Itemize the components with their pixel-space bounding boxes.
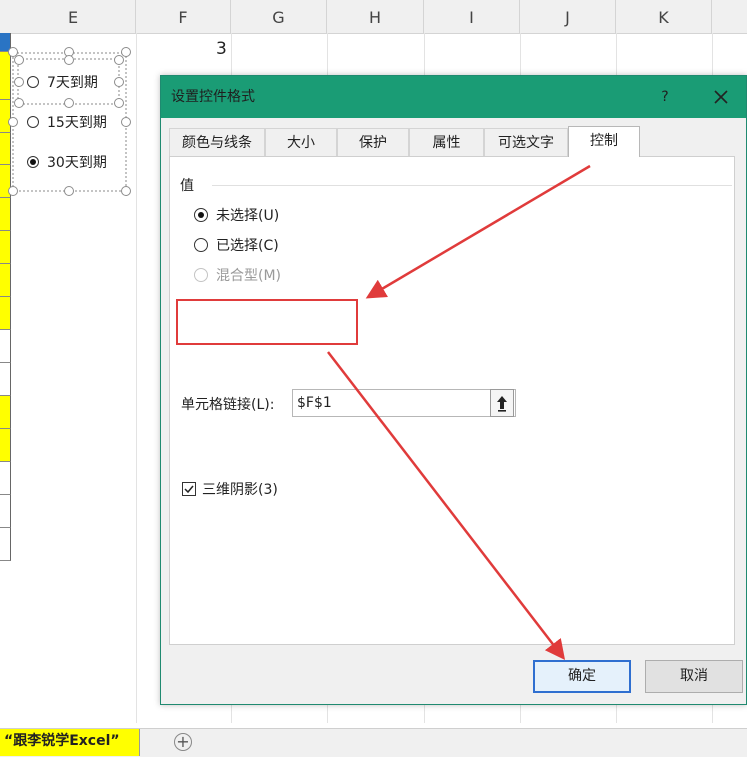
- close-icon[interactable]: [709, 85, 733, 109]
- column-header-f[interactable]: F: [136, 0, 231, 33]
- resize-handle[interactable]: [64, 55, 74, 65]
- column-header-e[interactable]: E: [11, 0, 136, 33]
- cell-f1-value[interactable]: 3: [216, 39, 227, 59]
- radio-selected-icon: [27, 156, 39, 168]
- tab-colors-and-lines[interactable]: 颜色与线条: [169, 128, 265, 156]
- strip-cell[interactable]: [0, 495, 11, 528]
- resize-handle[interactable]: [121, 186, 131, 196]
- radio-icon: [27, 116, 39, 128]
- strip-cell[interactable]: [0, 528, 11, 561]
- column-header-row: E F G H I J K: [0, 0, 747, 34]
- option-label: 15天到期: [47, 115, 107, 131]
- resize-handle[interactable]: [14, 77, 24, 87]
- radio-label: 混合型(M): [216, 268, 282, 284]
- radio-label: 已选择(C): [216, 238, 279, 254]
- plus-circle-icon[interactable]: +: [174, 733, 192, 751]
- strip-cell[interactable]: [0, 52, 11, 100]
- cell-link-input[interactable]: $F$1: [292, 389, 516, 417]
- strip-cell[interactable]: [0, 396, 11, 429]
- column-header-k[interactable]: K: [616, 0, 712, 33]
- tab-protection[interactable]: 保护: [337, 128, 409, 156]
- tab-size[interactable]: 大小: [265, 128, 337, 156]
- strip-cell[interactable]: [0, 429, 11, 462]
- column-header-next[interactable]: [712, 0, 747, 33]
- tab-properties[interactable]: 属性: [409, 128, 484, 156]
- resize-handle[interactable]: [64, 186, 74, 196]
- strip-cell[interactable]: [0, 462, 11, 495]
- column-header-i[interactable]: I: [424, 0, 520, 33]
- radio-mixed: 混合型(M): [194, 264, 281, 286]
- cell-link-label: 单元格链接(L):: [181, 397, 275, 413]
- strip-cell[interactable]: [0, 297, 11, 330]
- radio-icon: [194, 238, 208, 252]
- resize-handle[interactable]: [14, 55, 24, 65]
- strip-cell[interactable]: [0, 198, 11, 231]
- cancel-button[interactable]: 取消: [645, 660, 743, 693]
- radio-unchecked[interactable]: 未选择(U): [194, 204, 279, 226]
- resize-handle[interactable]: [64, 98, 74, 108]
- ok-button[interactable]: 确定: [533, 660, 631, 693]
- tab-alt-text[interactable]: 可选文字: [484, 128, 568, 156]
- resize-handle[interactable]: [114, 98, 124, 108]
- option-button-15-days[interactable]: 15天到期: [27, 110, 107, 134]
- gridline: [136, 33, 137, 723]
- resize-handle[interactable]: [8, 186, 18, 196]
- checkbox-checked-icon: [182, 482, 196, 496]
- column-header-g[interactable]: G: [231, 0, 327, 33]
- option-button-30-days[interactable]: 30天到期: [27, 150, 107, 174]
- shading-checkbox[interactable]: 三维阴影(3): [182, 479, 278, 499]
- sheet-tab[interactable]: “跟李锐学Excel”: [0, 729, 140, 756]
- radio-checked[interactable]: 已选择(C): [194, 234, 279, 256]
- value-group-label: 值: [180, 178, 194, 194]
- dialog-titlebar[interactable]: 设置控件格式 ?: [161, 76, 746, 118]
- range-picker-button[interactable]: [490, 389, 514, 417]
- strip-cell[interactable]: [0, 264, 11, 297]
- resize-handle[interactable]: [14, 98, 24, 108]
- strip-cell[interactable]: [0, 100, 11, 133]
- control-tab-panel: 值 未选择(U) 已选择(C) 混合型(M) 单元格链接(L): $F$1 三维…: [169, 156, 735, 645]
- strip-cell[interactable]: [0, 363, 11, 396]
- resize-handle[interactable]: [114, 77, 124, 87]
- radio-icon: [27, 76, 39, 88]
- collapse-dialog-icon: [497, 396, 507, 412]
- strip-cell[interactable]: [0, 133, 11, 165]
- help-button[interactable]: ?: [653, 76, 677, 118]
- format-control-dialog: 设置控件格式 ? 颜色与线条 大小 保护 属性 可选文字 控制 值 未选择(U)…: [160, 75, 747, 705]
- option-label: 7天到期: [47, 75, 98, 91]
- strip-cell[interactable]: [0, 330, 11, 363]
- radio-label: 未选择(U): [216, 208, 280, 224]
- strip-cell[interactable]: [0, 231, 11, 264]
- column-header-j[interactable]: J: [520, 0, 616, 33]
- option-label: 30天到期: [47, 155, 107, 171]
- tab-control[interactable]: 控制: [568, 126, 640, 157]
- option-button-7-days[interactable]: 7天到期: [27, 70, 98, 94]
- divider: [212, 185, 732, 186]
- option-button-group[interactable]: 7天到期 15天到期 30天到期: [11, 50, 127, 192]
- column-header-h[interactable]: H: [327, 0, 424, 33]
- checkbox-label: 三维阴影(3): [202, 482, 278, 498]
- radio-selected-icon: [194, 208, 208, 222]
- annotation-highlight-box: [176, 299, 358, 345]
- sheet-tabs-bar: “跟李锐学Excel” +: [0, 728, 747, 757]
- resize-handle[interactable]: [121, 117, 131, 127]
- resize-handle[interactable]: [114, 55, 124, 65]
- radio-icon: [194, 268, 208, 282]
- resize-handle[interactable]: [8, 117, 18, 127]
- dialog-title: 设置控件格式: [171, 89, 255, 105]
